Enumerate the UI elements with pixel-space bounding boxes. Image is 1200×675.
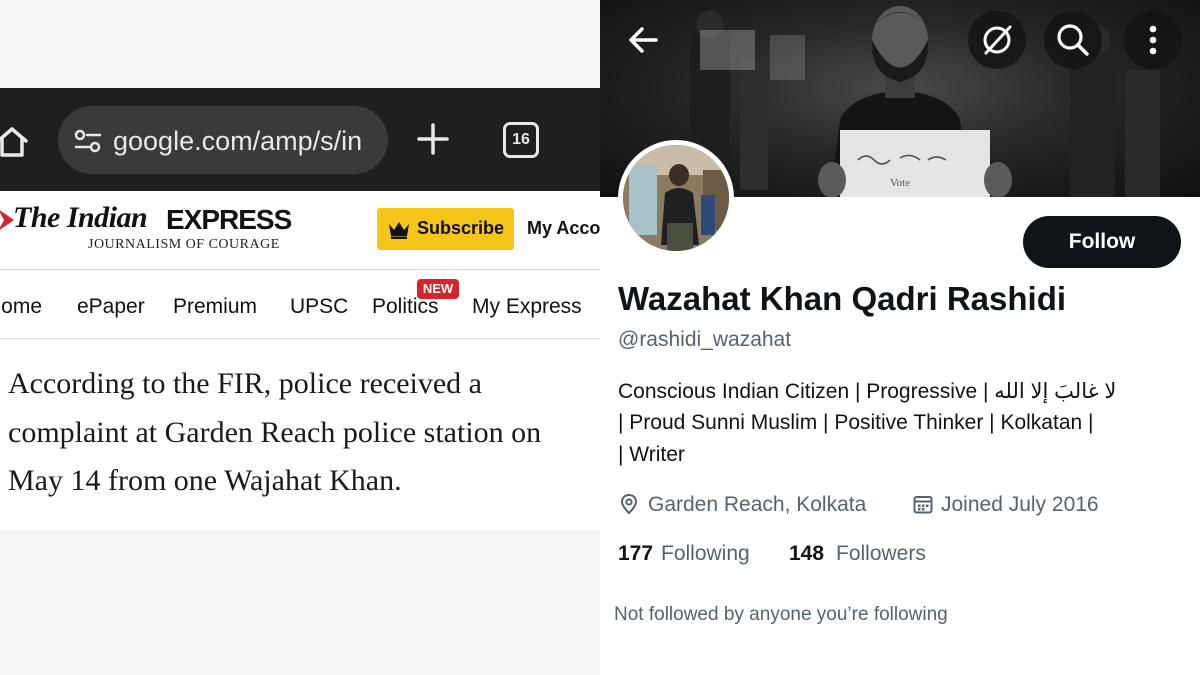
bio-line-3: | Writer — [618, 443, 685, 466]
more-vertical-icon — [1149, 25, 1157, 55]
following-label[interactable]: Following — [661, 542, 750, 566]
grok-button[interactable] — [968, 11, 1026, 69]
home-icon — [0, 127, 28, 157]
x-profile-screenshot: Vote Follow Wazahat Khan Qadri Rashidi @… — [600, 0, 1200, 675]
logo-tagline: JOURNALISM OF COURAGE — [88, 237, 280, 252]
display-name: Wazahat Khan Qadri Rashidi — [618, 280, 1067, 317]
calendar-icon — [913, 496, 933, 514]
tune-icon[interactable] — [74, 128, 102, 154]
arrow-left-icon — [629, 27, 658, 53]
following-count[interactable]: 177 — [618, 542, 653, 566]
mutual-followers-note: Not followed by anyone you’re following — [614, 604, 948, 625]
back-button[interactable] — [622, 18, 666, 62]
user-handle: @rashidi_wazahat — [618, 328, 792, 351]
my-account-link[interactable]: My Acco — [527, 218, 600, 239]
nav-home[interactable]: Home — [0, 295, 42, 319]
logo-express[interactable]: EXPRESS — [166, 204, 292, 236]
grok-icon — [983, 25, 1012, 55]
joined-date: Joined July 2016 — [941, 493, 1099, 516]
new-badge: NEW — [417, 279, 459, 299]
nav-epaper[interactable]: ePaper — [77, 295, 145, 319]
article-paragraph: According to the FIR, police received a … — [8, 367, 542, 497]
tab-count-button[interactable]: 16 — [503, 122, 539, 158]
logo-the-indian[interactable]: The Indian — [13, 201, 148, 235]
bio-line-2: | Proud Sunni Muslim | Positive Thinker … — [618, 411, 1094, 434]
search-button[interactable] — [1044, 11, 1102, 69]
url-text[interactable]: google.com/amp/s/in — [113, 123, 375, 159]
indian-express-screenshot: google.com/amp/s/in 16 The Indian EXPRES… — [0, 0, 600, 675]
nav-premium[interactable]: Premium — [173, 295, 257, 319]
search-icon — [1057, 24, 1089, 56]
plus-icon — [417, 123, 449, 155]
subscribe-button[interactable]: Subscribe — [377, 208, 514, 250]
followers-label[interactable]: Followers — [836, 542, 926, 566]
home-button[interactable] — [0, 122, 32, 162]
avatar[interactable] — [618, 140, 734, 256]
nav-upsc[interactable]: UPSC — [290, 295, 348, 319]
banner-sign-text: Vote — [890, 177, 910, 189]
subscribe-label: Subscribe — [417, 218, 505, 238]
avatar-photo — [623, 145, 729, 251]
location-text: Garden Reach, Kolkata — [648, 493, 867, 516]
more-button[interactable] — [1124, 11, 1182, 69]
followers-count[interactable]: 148 — [789, 542, 824, 566]
nav-my-express[interactable]: My Express — [472, 295, 582, 319]
follow-button[interactable]: Follow — [1023, 216, 1181, 268]
new-tab-button[interactable] — [414, 120, 452, 158]
bio-line-1: Conscious Indian Citizen | Progressive |… — [618, 380, 1117, 403]
location-icon — [620, 493, 638, 515]
crown-icon — [389, 222, 409, 239]
